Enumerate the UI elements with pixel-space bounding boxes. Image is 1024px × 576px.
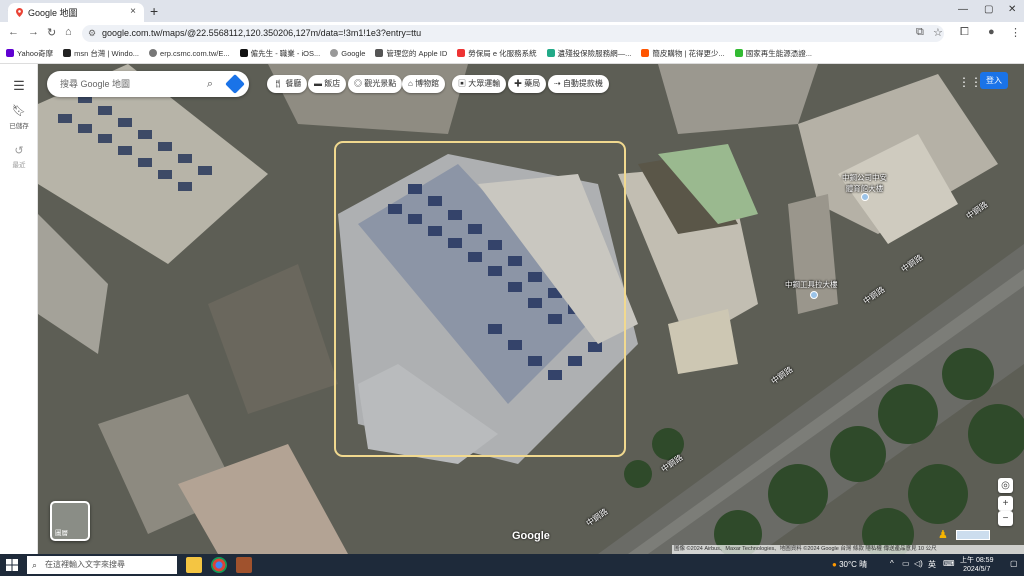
taskbar-search-placeholder: 在這裡輸入文字來搜尋	[45, 560, 125, 569]
extensions-icon[interactable]: ⧠	[960, 26, 969, 39]
tab-google-maps[interactable]: Google 地圖 ×	[8, 3, 144, 22]
chip-attractions[interactable]: ◎ 觀光景點	[348, 75, 403, 93]
chip-transit[interactable]: ▣ 大眾運輸	[452, 75, 507, 93]
login-button[interactable]: 登入	[980, 72, 1008, 89]
chip-restaurants[interactable]: 🍴︎ 餐廳	[267, 75, 308, 93]
place-pin-icon[interactable]	[810, 291, 818, 299]
imagery-thumbnails[interactable]	[956, 530, 990, 540]
hotel-icon: ▬	[314, 79, 322, 88]
recents-label[interactable]: 最近	[0, 159, 38, 169]
bookmark-item[interactable]: 勞保局 e 化服務系統	[457, 48, 537, 59]
tab-title: Google 地圖	[28, 8, 78, 18]
address-bar-row: ← → ↻ ⌂ ⚙ google.com.tw/maps/@22.5568112…	[0, 22, 1024, 44]
place-label-gym[interactable]: 中鋼公司中安 體育館大樓	[842, 172, 887, 194]
maximize-icon[interactable]: ▢	[984, 4, 993, 15]
camera-icon: ◎	[354, 79, 362, 88]
tab-close-icon[interactable]: ×	[130, 6, 136, 17]
place-pin-icon[interactable]	[861, 193, 869, 201]
maps-side-rail: ☰ 🔖︎ 已儲存 ↺ 最近	[0, 64, 38, 554]
bookmarks-bar: Yahoo奇摩 msn 台灣 | Windo... erp.csmc.com.t…	[0, 44, 1024, 64]
pegman-icon[interactable]: ♟	[938, 528, 948, 541]
satellite-map[interactable]	[38, 64, 1024, 554]
search-icon[interactable]: ⌕	[207, 71, 213, 97]
search-icon: ⌕	[32, 560, 38, 570]
bookmark-item[interactable]: 遺殘投保險服務網—...	[546, 48, 631, 59]
zoom-out-button[interactable]: −	[998, 511, 1013, 526]
hamburger-menu-icon[interactable]: ☰	[0, 78, 38, 94]
taskbar-search-input[interactable]: ⌕ 在這裡輸入文字來搜尋	[27, 556, 177, 574]
museum-icon: ⌂	[408, 79, 413, 88]
weather-widget[interactable]: ● 30°C 晴	[832, 559, 867, 570]
bookmark-star-icon[interactable]: ☆	[933, 26, 943, 39]
bookmark-item[interactable]: 管理您的 Apple ID	[375, 48, 447, 59]
layers-button[interactable]: 圖層	[50, 501, 90, 541]
close-window-icon[interactable]: ✕	[1008, 4, 1016, 15]
sun-icon: ●	[832, 560, 837, 569]
recents-icon[interactable]: ↺	[0, 144, 38, 157]
home-icon[interactable]: ⌂	[65, 26, 72, 38]
saved-label[interactable]: 已儲存	[0, 120, 38, 130]
bookmark-item[interactable]: 簡皮購物 | 花得更少...	[641, 48, 725, 59]
install-icon[interactable]: ⧉	[916, 26, 924, 39]
site-info-icon[interactable]: ⚙	[88, 25, 96, 42]
pharmacy-icon: ✚	[514, 79, 522, 88]
search-placeholder: 搜尋 Google 地圖	[60, 79, 131, 89]
satellite-imagery	[38, 64, 1024, 554]
chip-pharmacy[interactable]: ✚ 藥局	[508, 75, 547, 93]
file-explorer-icon[interactable]	[186, 557, 202, 573]
apps-grid-icon[interactable]: ⋮⋮	[958, 76, 982, 88]
ime-indicator[interactable]: 英	[928, 559, 936, 570]
taskbar: ⌕ 在這裡輸入文字來搜尋 ● 30°C 晴 ^ ▭ ◁) 英 ⌨ 上午 08:5…	[0, 554, 1024, 576]
profile-icon[interactable]: ●	[988, 26, 995, 38]
reload-icon[interactable]: ↻	[47, 26, 56, 39]
back-icon[interactable]: ←	[8, 26, 19, 38]
map-attribution: 圖像 ©2024 Airbus、Maxar Technologies、地圖資料 …	[672, 545, 1024, 554]
clock[interactable]: 上午 08:59 2024/5/7	[960, 556, 993, 574]
tray-chevron-icon[interactable]: ^	[890, 559, 894, 568]
minimize-icon[interactable]: —	[958, 4, 968, 15]
menu-icon[interactable]: ⋮	[1010, 26, 1021, 39]
bookmark-item[interactable]: 僱先生 - 職業 - iOS...	[239, 48, 320, 59]
windows-start-icon[interactable]	[6, 559, 18, 571]
chrome-icon[interactable]	[211, 557, 227, 573]
url-field[interactable]: ⚙ google.com.tw/maps/@22.5568112,120.350…	[82, 25, 944, 42]
chip-hotels[interactable]: ▬ 飯店	[308, 75, 347, 93]
place-label-building[interactable]: 中鋼工具拉大樓	[785, 279, 838, 290]
bookmark-item[interactable]: 國家再生能源憑證...	[734, 48, 812, 59]
directions-icon[interactable]	[225, 74, 245, 94]
chip-museums[interactable]: ⌂ 博物館	[402, 75, 446, 93]
tab-bar: ⌄ Google 地圖 × + — ▢ ✕	[0, 0, 1024, 22]
bookmark-item[interactable]: erp.csmc.com.tw/E...	[149, 49, 230, 58]
atm-icon: ⇢	[554, 79, 561, 88]
zoom-in-button[interactable]: +	[998, 496, 1013, 511]
my-location-icon[interactable]: ◎	[998, 478, 1013, 493]
notifications-icon[interactable]: ▢	[1010, 559, 1018, 568]
ime-mode-icon[interactable]: ⌨	[943, 559, 955, 568]
new-tab-button[interactable]: +	[150, 3, 158, 19]
transit-icon: ▣	[458, 79, 466, 88]
maps-pin-icon	[16, 8, 23, 17]
bookmark-item[interactable]: Yahoo奇摩	[6, 48, 53, 59]
clock-date: 2024/5/7	[963, 566, 991, 573]
network-icon[interactable]: ▭	[902, 559, 910, 568]
volume-icon[interactable]: ◁)	[914, 559, 923, 568]
restaurant-icon: 🍴︎	[273, 79, 284, 88]
maps-search-input[interactable]: 搜尋 Google 地圖 ⌕	[47, 71, 249, 97]
bookmark-item[interactable]: Google	[330, 49, 365, 58]
google-logo: Google	[512, 530, 550, 542]
forward-icon[interactable]: →	[28, 26, 39, 38]
chip-atm[interactable]: ⇢ 自動提款機	[548, 75, 609, 93]
app-icon[interactable]	[236, 557, 252, 573]
saved-icon[interactable]: 🔖︎	[0, 104, 38, 117]
clock-time: 上午 08:59	[960, 557, 994, 564]
layers-label: 圖層	[55, 530, 68, 537]
bookmark-item[interactable]: msn 台灣 | Windo...	[63, 48, 139, 59]
url-text: google.com.tw/maps/@22.5568112,120.35020…	[102, 28, 422, 38]
